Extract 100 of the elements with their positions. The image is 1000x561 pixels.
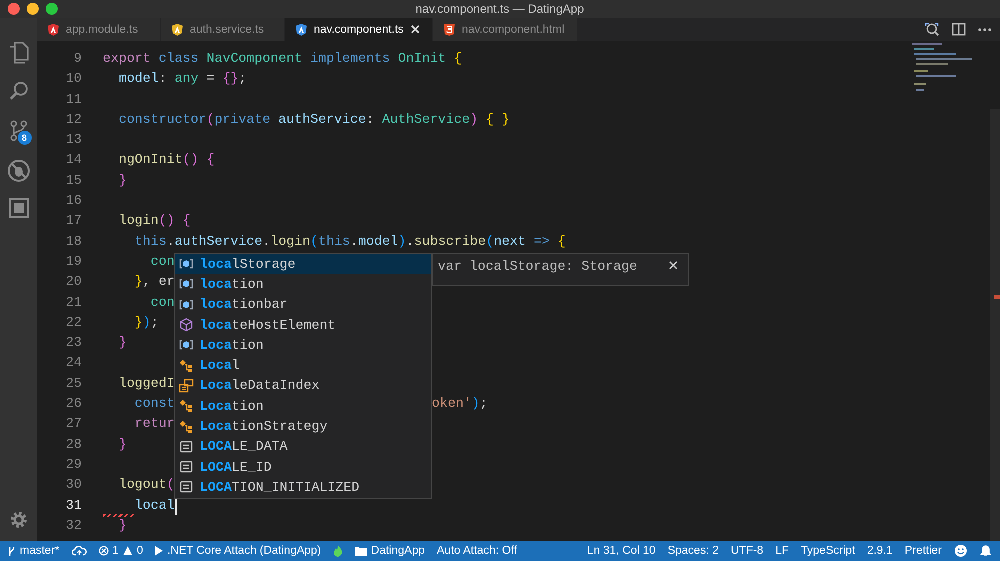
warning-count[interactable]: 0	[137, 545, 144, 557]
minimize-window-button[interactable]	[27, 3, 39, 15]
close-icon[interactable]	[669, 261, 678, 270]
debug-icon[interactable]	[6, 159, 30, 183]
status-item[interactable]: Auto Attach: Off	[437, 545, 518, 557]
line-number: 14	[65, 151, 82, 170]
line-number: 13	[65, 131, 82, 150]
cloud-upload-icon[interactable]	[72, 546, 87, 556]
error-icon[interactable]	[98, 546, 109, 556]
zoom-window-button[interactable]	[46, 3, 58, 15]
play-icon[interactable]	[155, 546, 164, 556]
extensions-icon[interactable]	[8, 198, 28, 218]
code-text: }	[118, 172, 127, 190]
class-icon	[179, 358, 194, 373]
code-text: });	[134, 314, 159, 332]
suggestion-item[interactable]: LocaleDataIndex	[175, 376, 431, 396]
scrollbar[interactable]	[990, 109, 1000, 541]
status-item[interactable]: UTF-8	[731, 545, 764, 557]
enum-icon	[179, 378, 194, 393]
line-number: 28	[65, 436, 82, 454]
status-item[interactable]: Ln 31, Col 10	[587, 545, 656, 557]
code-text: export class NavComponent implements OnInit {	[103, 50, 462, 68]
close-icon[interactable]	[410, 25, 420, 34]
status-item[interactable]: LF	[776, 545, 790, 557]
status-item[interactable]: .NET Core Attach (DatingApp)	[167, 545, 322, 557]
editor-tab[interactable]: app.module.ts	[37, 18, 161, 41]
variable-icon	[179, 279, 194, 290]
suggestion-item[interactable]: localStorage	[175, 254, 431, 274]
code-text: }	[118, 436, 127, 454]
line-number: 32	[65, 516, 82, 535]
line-number: 12	[65, 110, 82, 129]
line-number: 21	[65, 294, 82, 312]
detail-text: var localStorage: Storage	[438, 259, 638, 274]
line-number: 22	[65, 314, 82, 332]
settings-icon[interactable]	[10, 511, 28, 529]
error-count[interactable]: 1	[112, 545, 120, 557]
suggestion-item[interactable]: LOCATION_INITIALIZED	[175, 477, 431, 498]
status-item[interactable]: master*	[20, 545, 60, 557]
suggestion-item[interactable]: Location	[175, 396, 431, 416]
branch-icon[interactable]	[8, 546, 16, 556]
code-text: con	[150, 294, 175, 312]
line-number: 25	[65, 374, 82, 393]
class-icon	[179, 399, 194, 414]
line-number: 23	[65, 334, 82, 352]
changes-count-badge: 8	[18, 131, 32, 145]
more-actions-icon[interactable]	[978, 28, 992, 32]
status-item[interactable]: 2.9.1	[867, 545, 893, 557]
code-text: oken');	[432, 395, 488, 414]
code-text: }, er	[134, 273, 175, 292]
line-number: 9	[73, 50, 82, 68]
line-number: 29	[65, 456, 82, 474]
error-marker	[994, 295, 1000, 299]
code-text: loggedI	[118, 374, 175, 393]
suggestion-item[interactable]: LocationStrategy	[175, 416, 431, 437]
close-window-button[interactable]	[8, 3, 20, 15]
line-number: 31	[65, 496, 82, 515]
variable-icon	[179, 340, 194, 350]
code-text: const	[134, 395, 175, 414]
line-number: 26	[65, 395, 82, 414]
suggestion-item[interactable]: locateHostElement	[175, 314, 431, 336]
files-icon[interactable]	[8, 42, 28, 64]
bell-icon[interactable]	[980, 545, 992, 557]
constant-icon	[179, 440, 194, 453]
code-text: login() {	[118, 212, 191, 230]
line-number: 19	[65, 252, 82, 271]
line-number: 15	[65, 172, 82, 190]
suggestion-item[interactable]: Local	[175, 355, 431, 376]
status-item[interactable]: DatingApp	[371, 545, 425, 557]
line-number: 27	[65, 415, 82, 434]
smiley-icon[interactable]	[954, 544, 968, 558]
split-editor-icon[interactable]	[952, 23, 966, 36]
line-number: 24	[65, 354, 82, 372]
code-text: ngOnInit() {	[118, 151, 215, 170]
constant-icon	[179, 481, 194, 494]
suggestion-item[interactable]: LOCALE_ID	[175, 456, 431, 478]
window-title: nav.component.ts — DatingApp	[416, 2, 584, 16]
code-text: logout(	[118, 476, 175, 494]
source-control-icon[interactable]	[10, 120, 28, 142]
line-number: 20	[65, 273, 82, 292]
status-item[interactable]: Spaces: 2	[668, 545, 719, 557]
code-text: }	[118, 334, 127, 352]
code-text: retur	[134, 415, 175, 434]
code-text: }	[118, 516, 127, 535]
line-number: 17	[65, 212, 82, 230]
suggestion-item[interactable]: locationbar	[175, 294, 431, 315]
code-text: local	[134, 496, 175, 515]
code-text: this.authService.login(this.model).subscribe(next => {	[134, 232, 566, 251]
flame-icon[interactable]	[333, 545, 344, 557]
editor-tab[interactable]: nav.component.ts	[285, 18, 433, 41]
suggestion-item[interactable]: Location	[175, 335, 431, 356]
suggestion-item[interactable]: LOCALE_DATA	[175, 436, 431, 457]
editor-tab[interactable]: nav.component.html	[432, 18, 578, 41]
constant-icon	[179, 461, 194, 474]
editor-tab[interactable]: auth.service.ts	[161, 18, 285, 41]
search-icon[interactable]	[8, 81, 28, 101]
suggestion-item[interactable]: location	[175, 274, 431, 295]
folder-icon[interactable]	[355, 546, 368, 556]
warning-icon[interactable]	[123, 546, 134, 556]
status-item[interactable]: TypeScript	[801, 545, 856, 557]
status-item[interactable]: Prettier	[904, 545, 942, 557]
